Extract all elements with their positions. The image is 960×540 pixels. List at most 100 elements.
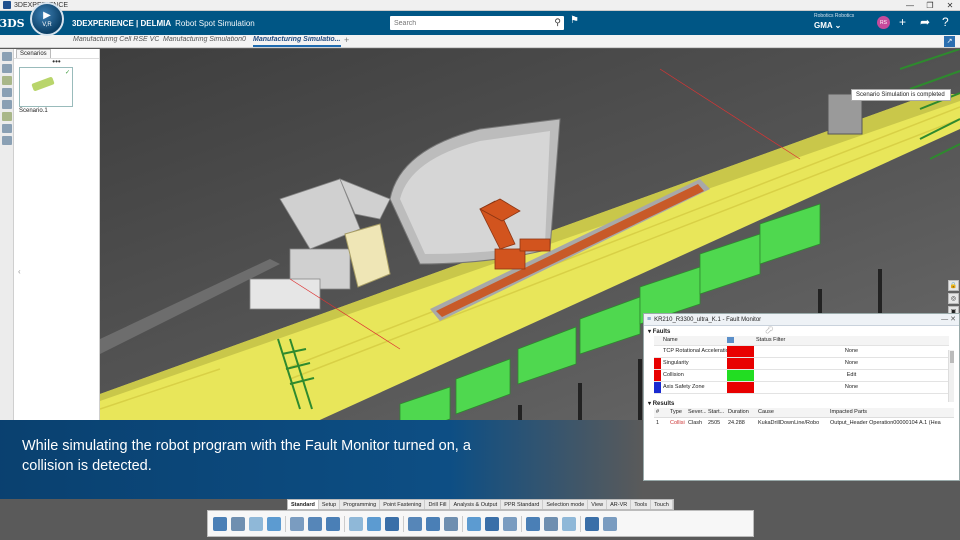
collapse-left-icon[interactable]: ‹: [18, 267, 21, 276]
fault-row[interactable]: Collision Edit: [654, 369, 949, 382]
settings-icon[interactable]: [585, 516, 599, 531]
reach-icon[interactable]: [367, 516, 381, 531]
undo-icon[interactable]: [267, 516, 281, 531]
tab-manufacturing-simulation-active[interactable]: Manufacturing Simulatio...: [253, 36, 341, 47]
spot-icon[interactable]: [408, 516, 422, 531]
weld-icon[interactable]: [426, 516, 440, 531]
camera-icon[interactable]: [544, 516, 558, 531]
tag-icon[interactable]: ⚑: [570, 15, 579, 26]
results-header[interactable]: #: [654, 407, 668, 418]
scrollbar-thumb[interactable]: [950, 351, 954, 363]
section-tab[interactable]: Analysis & Output: [450, 500, 502, 509]
expand-icon[interactable]: ↗: [944, 36, 955, 47]
fault-filter[interactable]: None: [754, 345, 949, 358]
more-icon[interactable]: •••: [14, 58, 99, 66]
results-header[interactable]: Impacted Parts: [828, 407, 954, 418]
results-section-header[interactable]: ▾ Results: [644, 398, 959, 408]
faults-scrollbar[interactable]: [948, 350, 954, 402]
fault-filter[interactable]: None: [754, 381, 949, 394]
section-tab[interactable]: PPR Standard: [501, 500, 544, 509]
section-tab[interactable]: Setup: [319, 500, 341, 509]
results-header-row: # Type Sever... Start... Duration Cause …: [654, 407, 954, 418]
section-tab[interactable]: AR-VR: [607, 500, 632, 509]
add-tab-icon[interactable]: +: [344, 35, 349, 45]
tab-scenarios[interactable]: Scenarios: [16, 49, 51, 58]
add-icon[interactable]: +: [899, 15, 906, 29]
results-header[interactable]: Cause: [756, 407, 828, 418]
minimize-icon[interactable]: —: [900, 0, 920, 11]
clash-icon[interactable]: [485, 516, 499, 531]
section-tab[interactable]: View: [588, 500, 608, 509]
section-tab[interactable]: Touch: [651, 500, 673, 509]
filter-icon[interactable]: [727, 337, 734, 344]
window-controls: — ❐ ✕: [900, 0, 960, 11]
fault-filter[interactable]: Edit: [754, 369, 949, 382]
settings-icon[interactable]: [2, 112, 12, 121]
results-header[interactable]: Duration: [726, 407, 756, 418]
faults-section-header[interactable]: ▾ Faults: [644, 326, 959, 336]
help-icon[interactable]: ?: [942, 15, 949, 29]
results-row[interactable]: 1 Collisi Clash 2505 24.288 KukaDrillDow…: [654, 418, 954, 428]
lock-icon[interactable]: 🔒: [948, 280, 959, 291]
result-cause: KukaDrillDownLine/Robo: [758, 419, 820, 426]
filter-header-label: Filter: [773, 337, 786, 344]
scenario-thumbnail[interactable]: ✓: [19, 67, 73, 107]
section-tab[interactable]: Drill Fill: [425, 500, 451, 509]
fault-row[interactable]: Axis Safety Zone None: [654, 381, 949, 394]
simulate-icon[interactable]: [326, 516, 340, 531]
section-tab[interactable]: Selection mode: [543, 500, 589, 509]
search-icon[interactable]: ⚲: [554, 17, 561, 28]
fault-name: Axis Safety Zone: [661, 381, 727, 394]
search-box[interactable]: ⚲: [390, 16, 564, 30]
results-header[interactable]: Type: [668, 407, 686, 418]
fault-monitor-icon: ≡: [647, 316, 652, 323]
copy-icon[interactable]: [231, 516, 245, 531]
share-icon[interactable]: ➦: [920, 15, 930, 29]
link-icon[interactable]: [2, 124, 12, 133]
jog-icon[interactable]: [444, 516, 458, 531]
fault-row[interactable]: TCP Rotational Acceleration None: [654, 345, 949, 358]
toolbar-separator: [344, 515, 345, 532]
robot-program-icon[interactable]: [290, 516, 304, 531]
section-tab[interactable]: Standard: [288, 500, 319, 509]
teach-icon[interactable]: [308, 516, 322, 531]
tab-manufacturing-simulation-0[interactable]: Manufacturing Simulation0: [163, 36, 249, 47]
ds-logo-icon[interactable]: 3DS: [0, 11, 25, 35]
close-panel-icon[interactable]: ✕: [950, 316, 956, 323]
robot-icon[interactable]: [2, 64, 12, 73]
capture-icon[interactable]: [562, 516, 576, 531]
restore-icon[interactable]: ❐: [920, 0, 940, 11]
fault-monitor-title-bar[interactable]: ≡ KR210_R3300_ultra_K.1 - Fault Monitor …: [644, 314, 959, 326]
tree-icon[interactable]: [2, 52, 12, 61]
faults-header-status-filter: Status Filter: [754, 336, 949, 346]
results-header[interactable]: Start...: [706, 407, 726, 418]
compass-widget[interactable]: ▶ V,R: [30, 2, 64, 36]
search-input[interactable]: [390, 17, 540, 29]
measure-icon[interactable]: [503, 516, 517, 531]
path-icon[interactable]: [349, 516, 363, 531]
camera-icon[interactable]: [2, 88, 12, 97]
tool-icon[interactable]: [385, 516, 399, 531]
section-tab[interactable]: Tools: [631, 500, 652, 509]
user-area[interactable]: Robotics Robotics GMA ⌄: [814, 13, 874, 35]
scenario-preview-image: [31, 76, 55, 92]
user-role[interactable]: GMA ⌄: [814, 21, 874, 30]
fault-row[interactable]: Singularity None: [654, 357, 949, 370]
layer-icon[interactable]: [2, 100, 12, 109]
tab-manufacturing-cell[interactable]: Manufacturing Cell RSE VC: [73, 36, 159, 47]
close-icon[interactable]: ✕: [940, 0, 960, 11]
cut-icon[interactable]: [213, 516, 227, 531]
camera-icon[interactable]: ◎: [948, 293, 959, 304]
analysis-icon[interactable]: [467, 516, 481, 531]
fault-filter[interactable]: None: [754, 357, 949, 370]
process-icon[interactable]: [2, 136, 12, 145]
paste-icon[interactable]: [249, 516, 263, 531]
avatar[interactable]: RS: [877, 16, 890, 29]
scenario-icon[interactable]: [2, 76, 12, 85]
section-tab[interactable]: Programming: [340, 500, 381, 509]
results-header[interactable]: Sever...: [686, 407, 706, 418]
minimize-panel-icon[interactable]: —: [941, 316, 948, 323]
view-icon[interactable]: [526, 516, 540, 531]
more-icon[interactable]: [603, 516, 617, 531]
section-tab[interactable]: Point Fastening: [380, 500, 426, 509]
